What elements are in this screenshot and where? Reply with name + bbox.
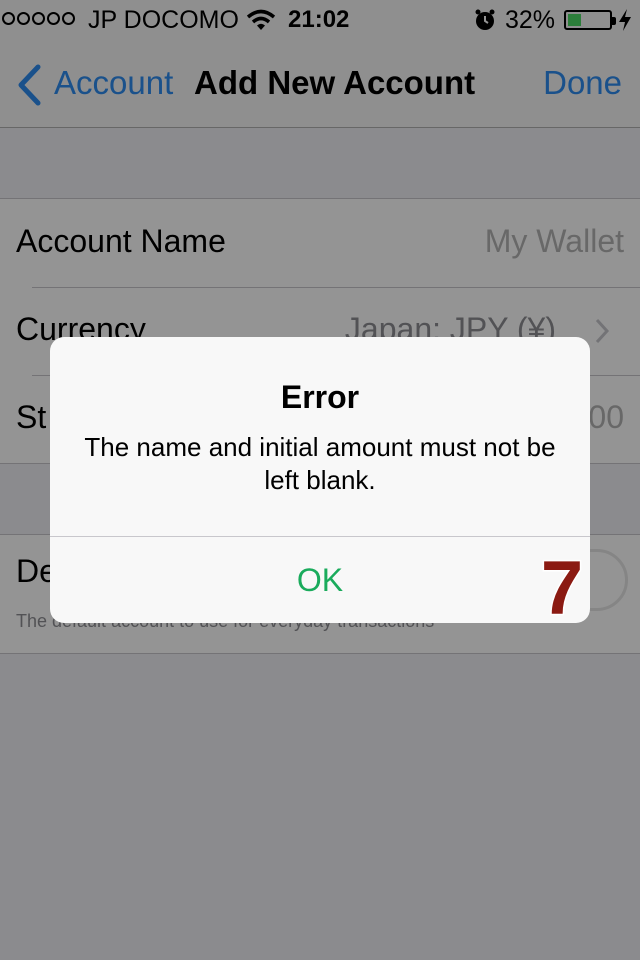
alert-message: The name and initial amount must not be …	[84, 432, 556, 495]
step-number-marker: 7	[539, 548, 584, 622]
screen: JP DOCOMO 21:02 32% Account Add New Acco…	[0, 0, 640, 960]
ok-button[interactable]: OK	[50, 537, 590, 623]
error-alert: Error The name and initial amount must n…	[50, 337, 590, 623]
step-number: 7	[541, 548, 583, 622]
alert-title: Error	[280, 379, 360, 415]
